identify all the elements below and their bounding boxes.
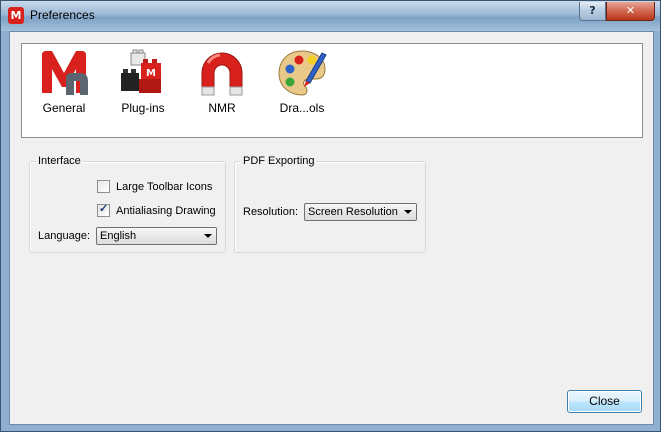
close-button[interactable]: Close — [567, 390, 642, 413]
checkbox-box[interactable] — [97, 180, 110, 193]
toolbar-item-label: NMR — [208, 101, 236, 115]
chevron-down-icon — [404, 210, 412, 214]
resolution-select-value: Screen Resolution — [308, 206, 398, 218]
language-label: Language: — [38, 230, 90, 242]
preferences-window: M Preferences ? ✕ General M Plug-ins NMR… — [0, 0, 661, 432]
pdf-exporting-group-title: PDF Exporting — [241, 155, 317, 167]
toolbar-item-plug-ins[interactable]: M Plug-ins — [103, 47, 183, 115]
window-close-button[interactable]: ✕ — [606, 2, 655, 21]
category-toolbar: General M Plug-ins NMR Dra...ols — [21, 43, 643, 138]
dialog-client-area: General M Plug-ins NMR Dra...ols Interfa… — [9, 31, 654, 425]
toolbar-item-label: General — [42, 101, 86, 115]
interface-group: Interface Large Toolbar Icons Antialiasi… — [29, 155, 226, 253]
antialiasing-drawing-checkbox[interactable]: Antialiasing Drawing — [97, 202, 216, 217]
resolution-label: Resolution: — [243, 206, 299, 218]
toolbar-item-nmr[interactable]: NMR — [182, 47, 262, 115]
large-toolbar-icons-checkbox[interactable]: Large Toolbar Icons — [97, 180, 212, 193]
help-button[interactable]: ? — [579, 2, 606, 21]
plugin-blocks-icon: M — [121, 49, 161, 93]
chevron-down-icon — [204, 234, 212, 238]
checkbox-box[interactable] — [97, 202, 110, 217]
window-title: Preferences — [30, 8, 95, 22]
antialiasing-drawing-label: Antialiasing Drawing — [116, 204, 216, 217]
palette-icon — [278, 50, 327, 96]
app-icon: M — [8, 7, 24, 24]
toolbar-item-label: Plug-ins — [121, 101, 165, 115]
resolution-select[interactable]: Screen Resolution — [304, 203, 417, 221]
language-select-value: English — [100, 230, 137, 242]
language-select[interactable]: English — [96, 227, 217, 245]
toolbar-item-drawing-tools[interactable]: Dra...ols — [262, 47, 342, 115]
toolbar-item-label: Dra...ols — [279, 101, 325, 115]
title-bar[interactable]: M Preferences ? ✕ — [1, 1, 660, 31]
large-toolbar-icons-label: Large Toolbar Icons — [116, 180, 213, 193]
magnet-icon — [201, 52, 243, 96]
toolbar-item-general[interactable]: General — [24, 47, 104, 115]
pdf-exporting-group: PDF Exporting Resolution: Screen Resolut… — [234, 155, 426, 253]
svg-text:M: M — [146, 68, 156, 79]
interface-group-title: Interface — [36, 155, 83, 167]
mnova-logo-icon — [42, 51, 88, 95]
